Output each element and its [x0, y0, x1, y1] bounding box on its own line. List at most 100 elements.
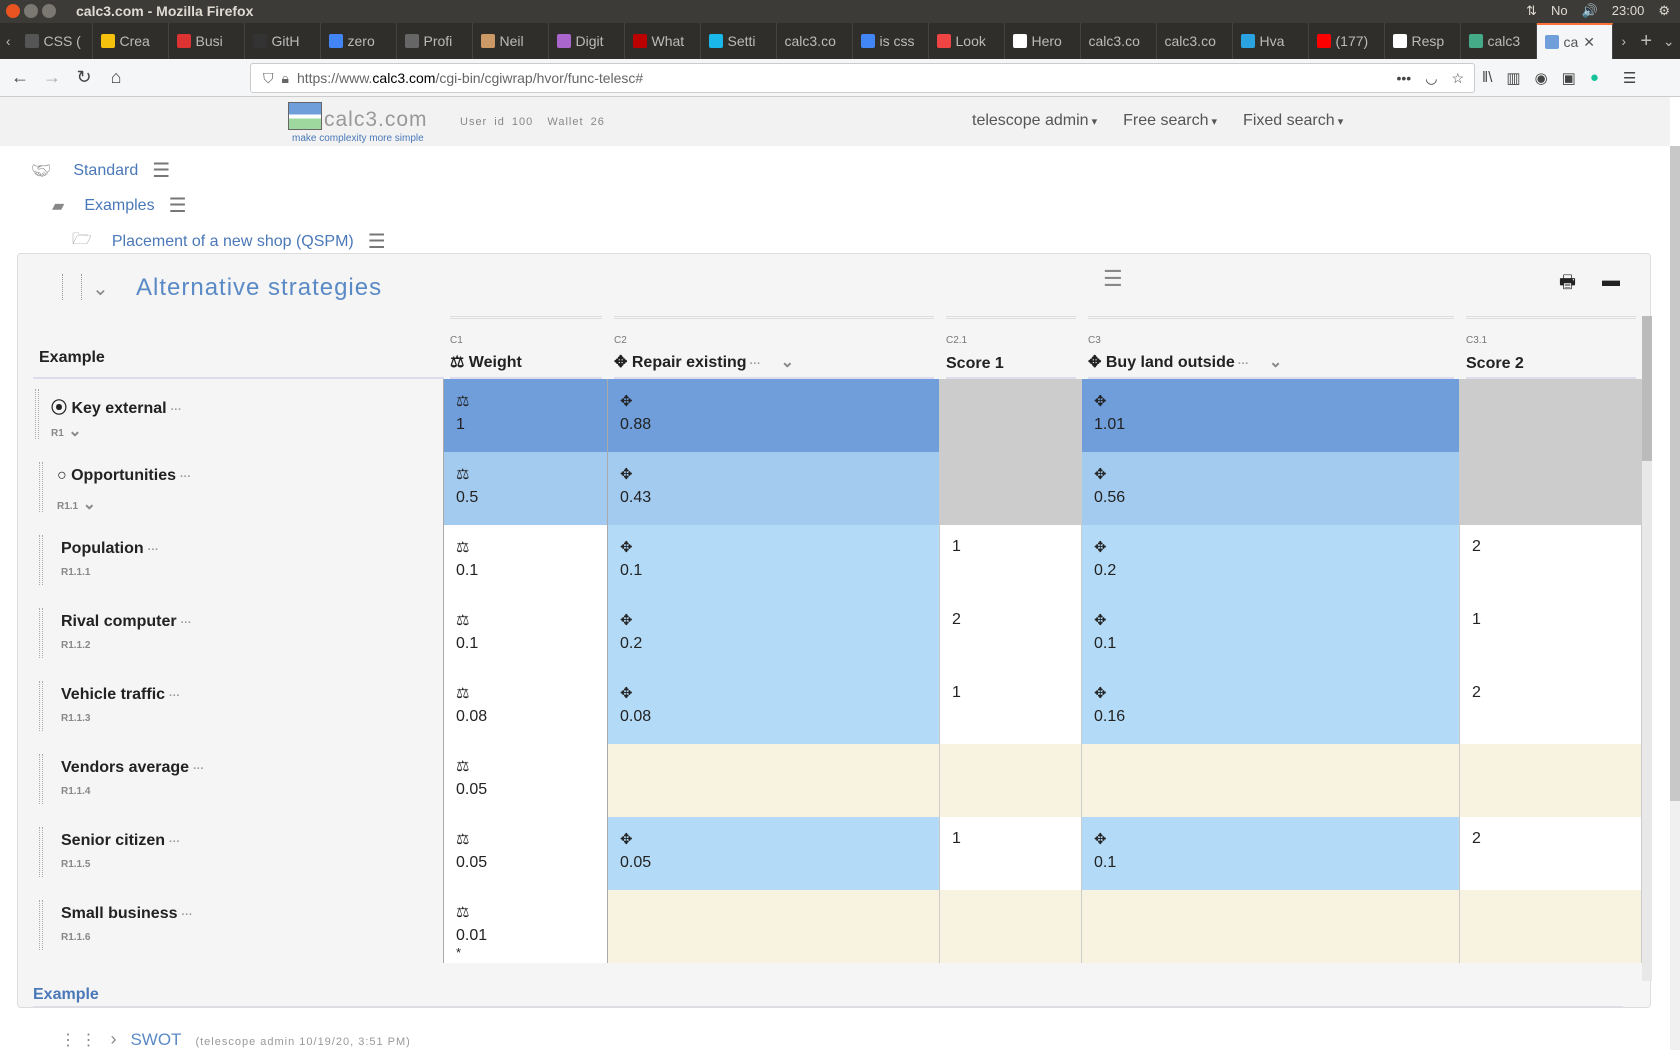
drag-handle[interactable] [39, 462, 43, 512]
row-name[interactable]: Vehicle traffic ··· [61, 686, 180, 704]
drag-handle[interactable] [39, 535, 43, 585]
browser-tab[interactable]: calc3 [1461, 23, 1537, 59]
expand-chevron-icon[interactable]: › [110, 1029, 116, 1050]
breadcrumb-placement[interactable]: Placement of a new shop (QSPM) [112, 233, 354, 251]
radio-selected-icon[interactable]: ⦿ [51, 400, 71, 417]
cell-buy-land-outside[interactable] [1082, 744, 1460, 817]
library-icon[interactable]: ‖\ [1482, 69, 1492, 87]
sidebar-icon[interactable]: ▥ [1506, 69, 1520, 87]
cell-score-1[interactable] [940, 890, 1082, 963]
swot-title[interactable]: SWOT [130, 1030, 181, 1050]
scroll-tabs-left-icon[interactable]: ‹ [0, 33, 17, 49]
cell-weight[interactable]: ⚖ 0.05 [444, 744, 608, 817]
cell-score-2[interactable]: 2 [1460, 817, 1642, 890]
cell-score-1[interactable]: 1 [940, 525, 1082, 598]
browser-tab[interactable]: Busi [169, 23, 245, 59]
browser-tab[interactable]: Hero [1005, 23, 1081, 59]
network-icon[interactable]: ⇅ [1526, 3, 1537, 19]
maximize-icon[interactable]: ▬ [1602, 270, 1620, 300]
cell-repair-existing[interactable]: ✥ 0.08 [608, 671, 940, 744]
drag-handle[interactable] [35, 389, 39, 439]
menu-free-search[interactable]: Free search [1123, 112, 1217, 130]
browser-tab[interactable]: ca ✕ [1536, 23, 1613, 59]
cell-score-1[interactable]: 2 [940, 598, 1082, 671]
grammarly-icon[interactable]: ● [1590, 69, 1599, 87]
keyboard-indicator[interactable]: No [1551, 3, 1568, 19]
drag-handle[interactable] [39, 608, 43, 658]
row-name[interactable]: Population ··· [61, 540, 159, 558]
browser-tab[interactable]: calc3.co [1157, 23, 1233, 59]
gear-icon[interactable]: ⚙ [1658, 3, 1670, 19]
breadcrumb-standard[interactable]: Standard [73, 162, 138, 180]
chevron-down-icon[interactable]: ⌄ [1269, 354, 1282, 371]
reload-button[interactable]: ↻ [68, 67, 100, 88]
cell-score-1[interactable] [940, 744, 1082, 817]
chevron-down-icon[interactable]: ⌄ [781, 354, 794, 371]
more-icon[interactable]: ··· [181, 617, 192, 629]
browser-tab[interactable]: zero [321, 23, 397, 59]
menu-fixed-search[interactable]: Fixed search [1243, 112, 1343, 130]
tab-list-chevron-icon[interactable]: ⌄ [1658, 33, 1680, 50]
cell-score-2[interactable]: 2 [1460, 525, 1642, 598]
drag-handle[interactable] [62, 274, 82, 300]
cell-score-2[interactable]: 1 [1460, 598, 1642, 671]
cell-repair-existing[interactable]: ✥ 0.2 [608, 598, 940, 671]
screen-icon[interactable]: ▣ [1562, 69, 1576, 87]
cell-weight[interactable]: ⚖ 0.01 * [444, 890, 608, 963]
row-name[interactable]: Senior citizen ··· [61, 832, 180, 850]
home-button[interactable]: ⌂ [100, 67, 132, 88]
cell-weight[interactable]: ⚖ 0.1 [444, 525, 608, 598]
cell-weight[interactable]: ⚖ 0.5 [444, 452, 608, 525]
browser-tab[interactable]: (177) [1309, 23, 1385, 59]
cell-score-2[interactable] [1460, 379, 1642, 452]
browser-tab[interactable]: Digit [549, 23, 625, 59]
cell-buy-land-outside[interactable]: ✥ 0.2 [1082, 525, 1460, 598]
hamburger-icon[interactable]: ☰ [169, 193, 187, 218]
cell-weight[interactable]: ⚖ 0.08 [444, 671, 608, 744]
more-icon[interactable]: ··· [747, 358, 761, 370]
browser-tab[interactable]: Resp [1385, 23, 1461, 59]
volume-icon[interactable]: 🔊 [1582, 3, 1598, 19]
more-icon[interactable]: ··· [193, 763, 204, 775]
cell-repair-existing[interactable]: ✥ 0.05 [608, 817, 940, 890]
clock[interactable]: 23:00 [1612, 3, 1645, 19]
account-icon[interactable]: ◉ [1535, 69, 1548, 87]
chevron-down-icon[interactable]: ⌄ [64, 423, 81, 440]
back-button[interactable]: ← [4, 67, 36, 88]
pocket-icon[interactable]: ◡ [1425, 70, 1437, 87]
drag-handle[interactable] [39, 681, 43, 731]
row-name[interactable]: ○ Opportunities ··· [57, 467, 191, 485]
more-icon[interactable]: ··· [169, 690, 180, 702]
drag-handle[interactable] [39, 754, 43, 804]
browser-tab[interactable]: GitH [245, 23, 321, 59]
cell-repair-existing[interactable]: ✥ 0.1 [608, 525, 940, 598]
more-icon[interactable]: ••• [1397, 70, 1412, 87]
cell-score-1[interactable] [940, 452, 1082, 525]
radio-icon[interactable]: ○ [57, 467, 71, 484]
cell-buy-land-outside[interactable] [1082, 890, 1460, 963]
forward-button[interactable]: → [36, 67, 68, 88]
column-header-1[interactable]: C1 ⚖ Weight [450, 316, 602, 379]
maximize-window-button[interactable] [42, 4, 56, 18]
collapse-chevron-icon[interactable]: ⌄ [92, 276, 109, 301]
row-name[interactable]: ⦿ Key external ··· [51, 394, 182, 418]
more-icon[interactable]: ··· [1235, 358, 1249, 370]
row-name[interactable]: Vendors average ··· [61, 759, 204, 777]
browser-tab[interactable]: is css [853, 23, 929, 59]
menu-icon[interactable]: ☰ [1623, 69, 1636, 87]
scroll-tabs-right-icon[interactable]: › [1613, 33, 1636, 49]
cell-score-2[interactable] [1460, 452, 1642, 525]
hamburger-icon[interactable]: ☰ [368, 229, 386, 254]
cell-buy-land-outside[interactable]: ✥ 1.01 [1082, 379, 1460, 452]
browser-tab[interactable]: Look [929, 23, 1005, 59]
swot-item[interactable]: ⋮ ⋮ › SWOT (telescope admin 10/19/20, 3:… [60, 1029, 411, 1050]
cell-score-1[interactable]: 1 [940, 671, 1082, 744]
new-tab-button[interactable]: + [1635, 30, 1658, 53]
table-scrollbar[interactable] [1642, 316, 1652, 981]
star-icon[interactable]: ☆ [1451, 70, 1464, 87]
cell-buy-land-outside[interactable]: ✥ 0.1 [1082, 817, 1460, 890]
browser-tab[interactable]: calc3.co [1081, 23, 1157, 59]
page-scrollbar[interactable] [1670, 146, 1680, 1050]
more-icon[interactable]: ··· [148, 544, 159, 556]
column-header-2[interactable]: C2 ✥ Repair existing ··· ⌄ [614, 316, 934, 379]
